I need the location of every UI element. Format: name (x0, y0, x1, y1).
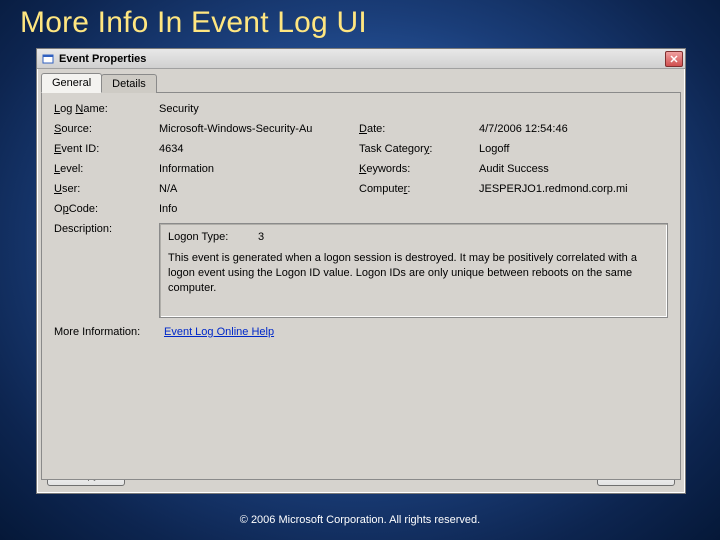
label-user: User: (54, 183, 159, 195)
close-icon[interactable] (665, 51, 683, 67)
label-task-category: Task Category: (359, 143, 479, 155)
label-level: Level: (54, 163, 159, 175)
slide-title: More Info In Event Log UI (20, 6, 367, 40)
value-log-name: Security (159, 103, 359, 115)
value-user: N/A (159, 183, 359, 195)
window-title: Event Properties (59, 53, 665, 65)
tab-details[interactable]: Details (101, 74, 157, 93)
desc-logon-type-value: 3 (258, 230, 264, 245)
desc-logon-type-label: Logon Type: (168, 230, 258, 245)
value-computer: JESPERJO1.redmond.corp.mi (479, 183, 668, 195)
tabstrip: General Details (37, 69, 685, 92)
value-level: Information (159, 163, 359, 175)
label-opcode: OpCode: (54, 203, 159, 215)
value-keywords: Audit Success (479, 163, 668, 175)
value-source: Microsoft-Windows-Security-Au (159, 123, 359, 135)
event-properties-dialog: Event Properties General Details Log Nam… (36, 48, 686, 494)
label-date: Date: (359, 123, 479, 135)
label-event-id: Event ID: (54, 143, 159, 155)
value-date: 4/7/2006 12:54:46 (479, 123, 668, 135)
desc-body: This event is generated when a logon ses… (168, 251, 659, 296)
label-more-info: More Information: (54, 326, 164, 338)
app-icon (41, 52, 55, 66)
label-description: Description: (54, 223, 159, 318)
slide-footer: © 2006 Microsoft Corporation. All rights… (0, 514, 720, 526)
tab-general[interactable]: General (41, 73, 102, 93)
tab-panel-general: Log Name: Security Source: Microsoft-Win… (41, 92, 681, 480)
label-computer: Computer: (359, 183, 479, 195)
value-opcode: Info (159, 203, 359, 215)
label-log-name: Log Name: (54, 103, 159, 115)
value-task-category: Logoff (479, 143, 668, 155)
more-info-link[interactable]: Event Log Online Help (164, 326, 274, 338)
value-event-id: 4634 (159, 143, 359, 155)
titlebar: Event Properties (37, 49, 685, 69)
description-box[interactable]: Logon Type: 3 This event is generated wh… (159, 223, 668, 318)
label-keywords: Keywords: (359, 163, 479, 175)
label-source: Source: (54, 123, 159, 135)
